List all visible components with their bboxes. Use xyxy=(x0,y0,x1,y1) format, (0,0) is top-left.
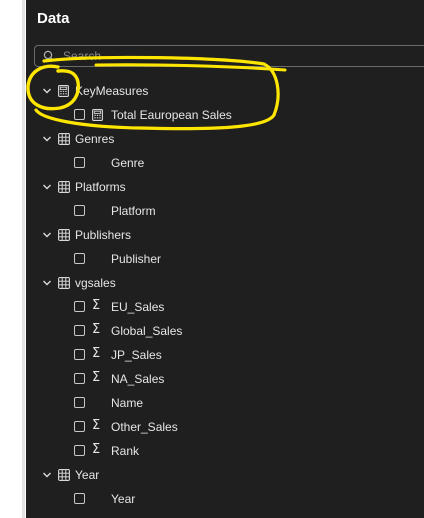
field-checkbox[interactable] xyxy=(74,349,85,360)
sigma-icon: Σ xyxy=(92,322,101,337)
field-label: EU_Sales xyxy=(111,300,165,314)
field-row-na-sales[interactable]: Σ NA_Sales xyxy=(26,367,424,391)
tree-group-genres[interactable]: Genres xyxy=(26,127,424,151)
field-row-other-sales[interactable]: Σ Other_Sales xyxy=(26,415,424,439)
field-row-eu-sales[interactable]: Σ EU_Sales xyxy=(26,295,424,319)
chevron-down-icon[interactable] xyxy=(42,182,52,192)
sigma-icon: Σ xyxy=(92,370,101,385)
field-checkbox[interactable] xyxy=(74,373,85,384)
field-checkbox[interactable] xyxy=(74,253,85,264)
chevron-down-icon[interactable] xyxy=(42,230,52,240)
field-label: JP_Sales xyxy=(111,348,162,362)
group-label: Publishers xyxy=(75,228,132,242)
table-icon xyxy=(58,229,70,241)
field-checkbox[interactable] xyxy=(74,109,85,120)
data-pane: Data KeyMeasures xyxy=(26,0,424,518)
sigma-icon: Σ xyxy=(92,298,101,313)
chevron-down-icon[interactable] xyxy=(42,278,52,288)
field-label: Year xyxy=(111,492,136,506)
field-checkbox[interactable] xyxy=(74,445,85,456)
field-row-global-sales[interactable]: Σ Global_Sales xyxy=(26,319,424,343)
tree-group-year[interactable]: Year xyxy=(26,463,424,487)
left-strip-edge xyxy=(22,0,25,518)
field-row-year[interactable]: Year xyxy=(26,487,424,511)
field-row-rank[interactable]: Σ Rank xyxy=(26,439,424,463)
field-label: Genre xyxy=(111,156,145,170)
field-checkbox[interactable] xyxy=(74,493,85,504)
group-label: vgsales xyxy=(75,276,116,290)
field-label: Global_Sales xyxy=(111,324,183,338)
group-label: Genres xyxy=(75,132,115,146)
group-label: Platforms xyxy=(75,180,126,194)
field-row-total-european-sales[interactable]: Total Eauropean Sales xyxy=(26,103,424,127)
chevron-down-icon[interactable] xyxy=(42,470,52,480)
group-label: Year xyxy=(75,468,100,482)
pane-title: Data xyxy=(37,10,70,27)
table-icon xyxy=(58,133,70,145)
group-label: KeyMeasures xyxy=(75,84,149,98)
tree-group-platforms[interactable]: Platforms xyxy=(26,175,424,199)
field-label: Total Eauropean Sales xyxy=(111,108,232,122)
field-row-genre[interactable]: Genre xyxy=(26,151,424,175)
field-row-name[interactable]: Name xyxy=(26,391,424,415)
chevron-down-icon[interactable] xyxy=(42,86,52,96)
tree-group-vgsales[interactable]: vgsales xyxy=(26,271,424,295)
sigma-icon: Σ xyxy=(92,346,101,361)
field-label: Publisher xyxy=(111,252,162,266)
field-label: NA_Sales xyxy=(111,372,165,386)
field-label: Name xyxy=(111,396,144,410)
field-label: Platform xyxy=(111,204,156,218)
table-icon xyxy=(58,181,70,193)
field-row-jp-sales[interactable]: Σ JP_Sales xyxy=(26,343,424,367)
search-input[interactable] xyxy=(63,47,403,65)
calculator-icon xyxy=(92,109,103,121)
field-checkbox[interactable] xyxy=(74,301,85,312)
field-checkbox[interactable] xyxy=(74,421,85,432)
sigma-icon: Σ xyxy=(92,418,101,433)
field-label: Other_Sales xyxy=(111,420,178,434)
calculator-icon xyxy=(58,85,69,97)
table-icon xyxy=(58,277,70,289)
field-checkbox[interactable] xyxy=(74,325,85,336)
search-box[interactable] xyxy=(34,45,424,67)
table-icon xyxy=(58,469,70,481)
sigma-icon: Σ xyxy=(92,442,101,457)
field-checkbox[interactable] xyxy=(74,397,85,408)
field-checkbox[interactable] xyxy=(74,157,85,168)
field-row-platform[interactable]: Platform xyxy=(26,199,424,223)
left-strip xyxy=(0,0,26,518)
tree-group-publishers[interactable]: Publishers xyxy=(26,223,424,247)
tree-group-keymeasures[interactable]: KeyMeasures xyxy=(26,79,424,103)
field-row-publisher[interactable]: Publisher xyxy=(26,247,424,271)
field-label: Rank xyxy=(111,444,140,458)
search-icon xyxy=(43,50,55,62)
chevron-down-icon[interactable] xyxy=(42,134,52,144)
field-checkbox[interactable] xyxy=(74,205,85,216)
